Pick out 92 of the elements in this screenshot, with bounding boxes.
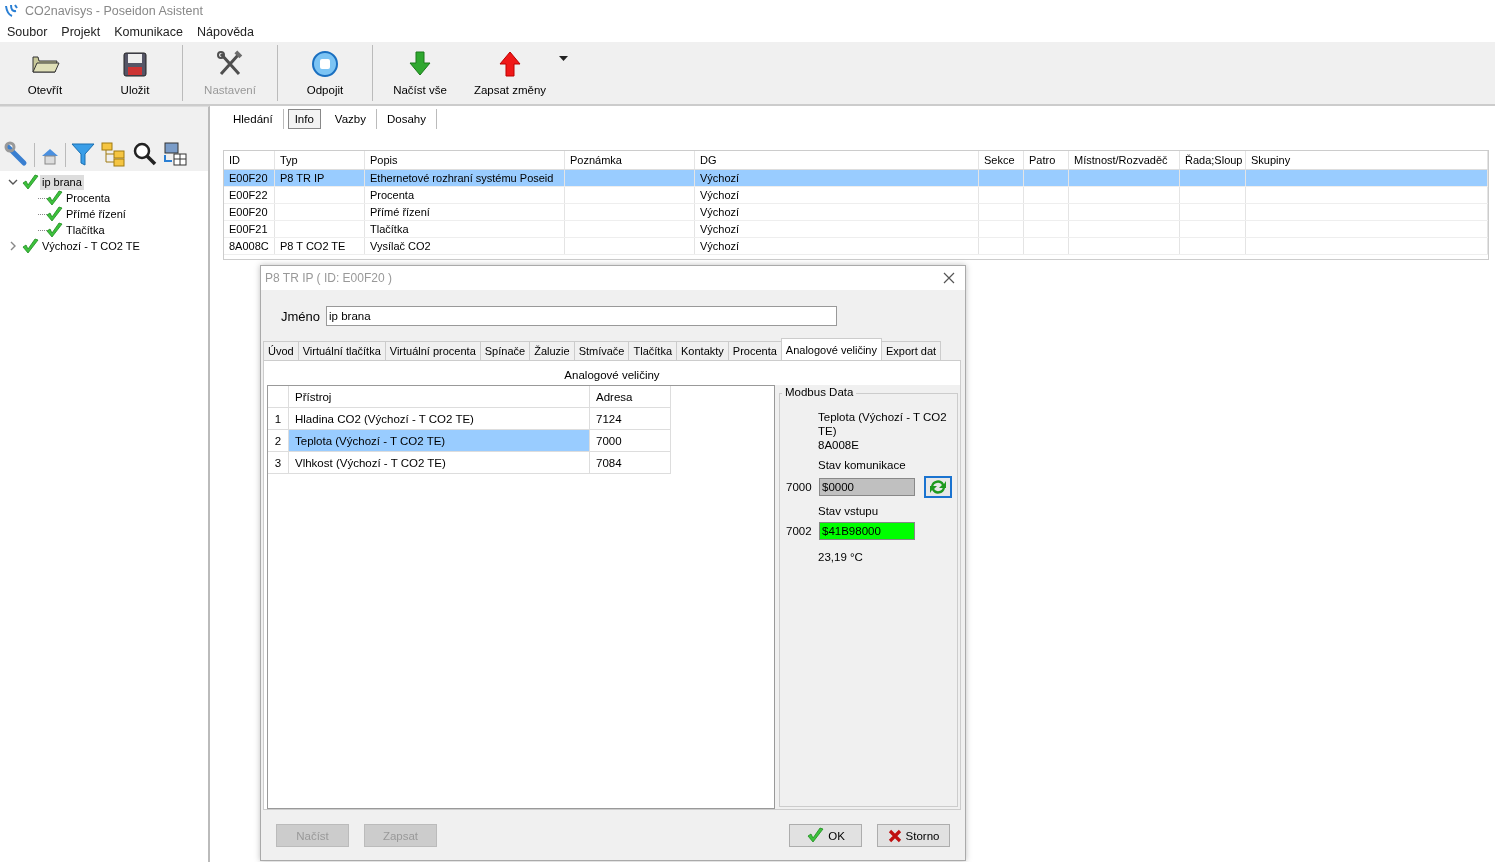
tab[interactable]: Analogové veličiny — [780, 338, 882, 360]
table-cell[interactable]: Vlhkost (Výchozí - T CO2 TE) — [289, 452, 590, 474]
tab[interactable]: Hledání — [223, 109, 284, 129]
tree-item[interactable]: Výchozí - T CO2 TE — [40, 238, 142, 254]
menu-item[interactable]: Komunikace — [114, 25, 183, 39]
column-header[interactable]: DG — [695, 151, 979, 169]
tab[interactable]: Virtuální procenta — [384, 341, 481, 360]
table-cell: 7124 — [590, 408, 671, 430]
column-header[interactable]: Přístroj — [289, 386, 590, 408]
register-address: 7000 — [786, 481, 813, 493]
expand-chevron-icon[interactable] — [8, 241, 18, 251]
tab[interactable]: Vazby — [324, 109, 377, 129]
table-cell: P8 TR IP — [275, 170, 365, 186]
table-cell: 7084 — [590, 452, 671, 474]
device-id: 8A008E — [817, 438, 860, 452]
cancel-button[interactable]: Storno — [877, 824, 950, 847]
toolbar-button[interactable]: Otevřít — [0, 42, 90, 104]
header-corner-cell — [268, 386, 289, 408]
value-field[interactable]: $41B98000 — [819, 522, 915, 540]
row-number: 1 — [268, 408, 289, 430]
table-cell: P8 T CO2 TE — [275, 238, 365, 254]
column-header[interactable]: Řada;Sloup — [1180, 151, 1246, 169]
tab[interactable]: Kontakty — [676, 341, 729, 360]
menu-item[interactable]: Projekt — [61, 25, 101, 39]
column-header[interactable]: Místnost/Rozvaděč — [1069, 151, 1180, 169]
group-title: Modbus Data — [782, 386, 857, 398]
table-cell: E00F21 — [224, 221, 275, 237]
tools-icon — [215, 50, 245, 78]
field-label: Stav vstupu — [817, 504, 880, 518]
table-cell: Výchozí — [695, 238, 979, 254]
ok-button[interactable]: OK — [789, 824, 862, 847]
cross-icon — [887, 828, 902, 843]
tree-item[interactable]: Procenta — [64, 190, 113, 206]
window-title: CO2navisys - Poseidon Asistent — [25, 4, 203, 18]
table-cell: Tlačítka — [365, 221, 565, 237]
toolbar-button[interactable]: Odpojit — [280, 42, 370, 104]
section-heading: Analogové veličiny — [563, 368, 661, 383]
tab[interactable]: Spínače — [479, 341, 531, 360]
tab[interactable]: Export dat — [880, 341, 942, 360]
column-header[interactable]: Popis — [365, 151, 565, 169]
register-address: 7002 — [786, 525, 813, 537]
tab[interactable]: Úvod — [263, 341, 299, 360]
table-cell: E00F20 — [224, 204, 275, 220]
name-field[interactable]: ip brana — [326, 306, 838, 326]
table-cell: Výchozí — [695, 204, 979, 220]
checkmark-icon — [806, 827, 825, 844]
close-icon[interactable] — [943, 272, 955, 284]
table-cell: Procenta — [365, 187, 565, 203]
computer-grid-icon[interactable] — [162, 141, 188, 167]
refresh-button[interactable] — [924, 476, 952, 498]
refresh-arrows-icon — [928, 478, 948, 496]
column-header[interactable]: ID — [224, 151, 275, 169]
temperature-reading: 23,19 °C — [817, 550, 864, 564]
tab[interactable]: Dosahy — [376, 109, 437, 129]
table-cell: Ethernetové rozhraní systému Poseid — [365, 170, 565, 186]
stop-circle-icon — [310, 50, 340, 78]
row-number: 3 — [268, 452, 289, 474]
table-cell: Přímé řízení — [365, 204, 565, 220]
tree-item[interactable]: Tlačítka — [64, 222, 107, 238]
table-cell: Výchozí — [695, 187, 979, 203]
status-field[interactable]: $0000 — [819, 478, 915, 496]
menu-item[interactable]: Soubor — [7, 25, 48, 39]
table-cell: 8A008C — [224, 238, 275, 254]
tree-item[interactable]: Přímé řízení — [64, 206, 128, 222]
column-header[interactable]: Sekce — [979, 151, 1024, 169]
table-cell: Výchozí — [695, 170, 979, 186]
search-icon[interactable] — [132, 141, 158, 167]
tree-item[interactable]: ip brana — [40, 174, 84, 190]
table-cell: Výchozí — [695, 221, 979, 237]
table-cell: E00F22 — [224, 187, 275, 203]
column-header[interactable]: Poznámka — [565, 151, 695, 169]
toolbar-button[interactable]: Načíst vše — [375, 42, 465, 104]
device-name: Teplota (Výchozí - T CO2 TE) — [817, 410, 948, 438]
column-header[interactable]: Skupiny — [1246, 151, 1488, 169]
toolbar-button[interactable]: Uložit — [90, 42, 180, 104]
table-cell: 7000 — [590, 430, 671, 452]
column-header[interactable]: Typ — [275, 151, 365, 169]
dropdown-caret-icon[interactable] — [559, 55, 568, 61]
table-cell[interactable]: Teplota (Výchozí - T CO2 TE) — [289, 430, 590, 452]
column-header[interactable]: Adresa — [590, 386, 671, 408]
toolbar-button[interactable]: Zapsat změny — [465, 42, 555, 104]
filter-icon[interactable] — [70, 141, 96, 167]
dialog-title: P8 TR IP ( ID: E00F20 ) — [265, 271, 392, 285]
field-label: Stav komunikace — [817, 458, 907, 472]
table-cell: E00F20 — [224, 170, 275, 186]
app-logo-icon — [4, 4, 18, 18]
column-header[interactable]: Patro — [1024, 151, 1069, 169]
table-cell: Vysílač CO2 — [365, 238, 565, 254]
field-label: Jméno — [281, 308, 321, 324]
tab[interactable]: Info — [287, 109, 321, 129]
collapse-chevron-icon[interactable] — [8, 177, 18, 187]
menu-item[interactable]: Nápověda — [197, 25, 254, 39]
